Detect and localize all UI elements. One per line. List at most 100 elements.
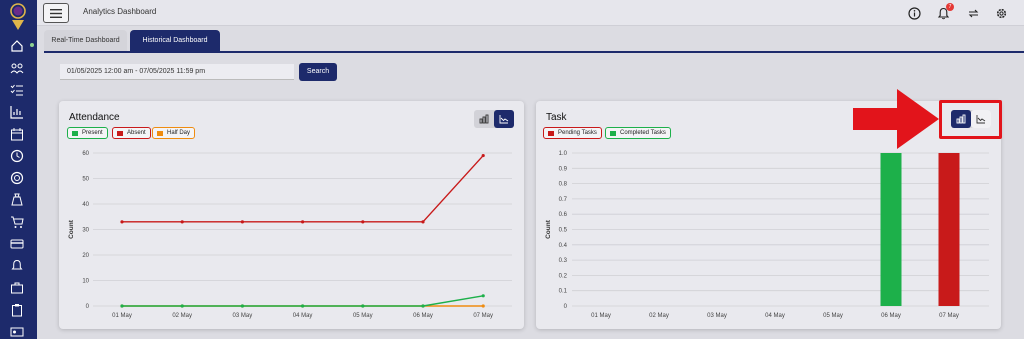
y-tick-label: 50 xyxy=(82,177,89,183)
highlight-box xyxy=(939,100,1002,139)
data-point-absent xyxy=(421,220,425,224)
sidebar-item-target[interactable] xyxy=(8,169,26,187)
y-tick-label: 0 xyxy=(564,304,568,310)
attendance-title: Attendance xyxy=(69,112,120,123)
notification-badge: 7 xyxy=(946,3,954,11)
y-tick-label: 0.7 xyxy=(559,197,568,203)
y-tick-label: 0.9 xyxy=(559,166,568,172)
attendance-chart-type-toggle xyxy=(474,110,514,128)
legend-swatch-present xyxy=(72,131,78,136)
y-tick-label: 0.5 xyxy=(559,228,568,234)
y-tick-label: 60 xyxy=(82,151,89,157)
y-tick-label: 10 xyxy=(82,279,89,285)
sidebar-item-chart[interactable] xyxy=(8,103,26,121)
data-point-present xyxy=(301,304,305,308)
sidebar-item-briefcase[interactable] xyxy=(8,279,26,297)
sync-icon xyxy=(968,9,978,17)
active-indicator xyxy=(30,43,34,47)
info-icon xyxy=(907,6,921,20)
cart-icon xyxy=(11,216,24,228)
y-tick-label: 0.4 xyxy=(559,243,568,249)
checklist-icon xyxy=(10,84,23,96)
page-title: Analytics Dashboard xyxy=(83,7,157,16)
data-point-absent xyxy=(240,220,244,224)
x-tick-label: 07 May xyxy=(939,313,959,319)
legend-present[interactable]: Present xyxy=(67,127,108,139)
sidebar-item-bell[interactable] xyxy=(8,257,26,275)
legend-label-pending: Pending Tasks xyxy=(558,130,597,136)
sidebar-item-card[interactable] xyxy=(8,235,26,253)
sidebar-item-checklist[interactable] xyxy=(8,81,26,99)
bar-chart-icon xyxy=(479,114,489,124)
bell-icon xyxy=(11,259,23,270)
y-tick-label: 30 xyxy=(82,228,89,234)
legend-label-half-day: Half Day xyxy=(167,130,191,136)
sidebar-item-calendar[interactable] xyxy=(8,125,26,143)
tab-real-time-dashboard[interactable]: Real-Time Dashboard xyxy=(44,30,127,52)
x-tick-label: 03 May xyxy=(233,313,253,319)
legend-swatch-completed xyxy=(610,131,616,136)
data-point-present xyxy=(481,294,485,298)
top-bar: Analytics Dashboard 7 xyxy=(37,0,1024,26)
chart-icon xyxy=(10,106,23,119)
clock-icon xyxy=(10,149,24,163)
briefcase-icon xyxy=(11,282,23,294)
card-icon xyxy=(10,239,24,249)
x-tick-label: 04 May xyxy=(765,313,785,319)
x-tick-label: 01 May xyxy=(112,313,132,319)
y-tick-label: 0.8 xyxy=(559,182,568,188)
tab-historical-dashboard[interactable]: Historical Dashboard xyxy=(130,30,220,52)
data-point-absent xyxy=(361,220,365,224)
x-tick-label: 03 May xyxy=(707,313,727,319)
legend-completed-tasks[interactable]: Completed Tasks xyxy=(605,127,671,139)
attendance-card: 0 10 20 30 40 50 60 01 May 02 May 03 May 04 May 05 … xyxy=(59,101,524,329)
legend-label-absent: Absent xyxy=(127,130,146,136)
y-tick-label: 0.6 xyxy=(559,212,568,218)
sidebar-item-clipboard[interactable] xyxy=(8,301,26,319)
x-tick-label: 02 May xyxy=(172,313,192,319)
sidebar-item-users[interactable] xyxy=(8,59,26,77)
line-chart-icon xyxy=(499,115,509,124)
data-point-present xyxy=(180,304,184,308)
money-bag-icon xyxy=(11,193,23,206)
attendance-bar-view-button[interactable] xyxy=(474,110,494,128)
sidebar-item-money-bag[interactable] xyxy=(8,191,26,209)
sidebar-item-home[interactable] xyxy=(8,37,26,55)
search-button[interactable]: Search xyxy=(299,63,337,81)
data-point-absent xyxy=(481,153,485,158)
y-tick-label: 0.3 xyxy=(559,258,568,264)
legend-pending-tasks[interactable]: Pending Tasks xyxy=(543,127,602,139)
data-point-absent xyxy=(180,220,184,224)
data-point-present xyxy=(240,304,244,308)
x-tick-label: 01 May xyxy=(591,313,611,319)
red-arrow-annotation xyxy=(853,89,939,149)
y-tick-label: 0.2 xyxy=(559,273,568,279)
app-logo xyxy=(10,3,26,30)
gear-icon xyxy=(996,8,1006,18)
notifications-button[interactable]: 7 xyxy=(935,3,954,21)
sidebar-item-cart[interactable] xyxy=(8,213,26,231)
sync-button[interactable] xyxy=(965,5,981,21)
calendar-icon xyxy=(11,128,23,141)
hamburger-menu-button[interactable] xyxy=(43,3,69,23)
attendance-line-view-button[interactable] xyxy=(494,110,514,128)
legend-label-present: Present xyxy=(82,130,103,136)
x-tick-label: 06 May xyxy=(881,313,901,319)
legend-swatch-half-day xyxy=(157,131,163,136)
sidebar-item-id-card[interactable] xyxy=(8,323,26,339)
home-icon xyxy=(11,40,23,52)
data-point-half-day xyxy=(481,304,485,308)
data-point-present xyxy=(120,304,124,308)
legend-half-day[interactable]: Half Day xyxy=(152,127,196,139)
y-tick-label: 0.1 xyxy=(559,289,568,295)
data-point-present xyxy=(421,304,425,308)
date-range-input[interactable]: 01/05/2025 12:00 am - 07/05/2025 11:59 p… xyxy=(60,64,294,80)
settings-button[interactable] xyxy=(993,5,1009,21)
y-axis-label: Count xyxy=(68,219,75,239)
series-line-absent xyxy=(122,155,484,223)
sidebar-item-clock[interactable] xyxy=(8,147,26,165)
legend-absent[interactable]: Absent xyxy=(112,127,151,139)
legend-label-completed: Completed Tasks xyxy=(620,130,666,136)
legend-swatch-absent xyxy=(117,131,123,136)
info-button[interactable] xyxy=(906,5,922,21)
